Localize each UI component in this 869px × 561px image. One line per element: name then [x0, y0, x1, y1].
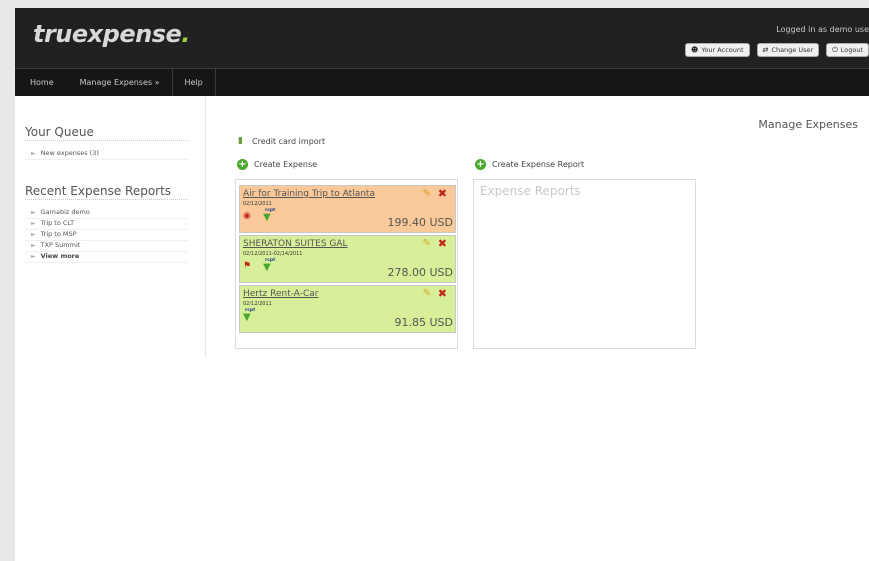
- recent-reports-title: Recent Expense Reports: [25, 184, 188, 200]
- create-report-label: Create Expense Report: [492, 160, 585, 169]
- power-icon: ⏻: [832, 45, 838, 54]
- expense-icons: ⚑ rcpt ▼: [243, 258, 303, 273]
- expense-reports-title: Expense Reports: [480, 184, 581, 198]
- logout-button[interactable]: ⏻ Logout: [826, 43, 869, 57]
- flag-icon[interactable]: ⚑: [243, 261, 251, 271]
- your-account-button[interactable]: ☻ Your Account: [685, 43, 750, 57]
- queue-item-label: New expenses (3): [40, 149, 99, 157]
- expense-card[interactable]: Hertz Rent-A-Car 02/12/2011 ✎ ✖ rcpt ▼ 9…: [239, 285, 456, 333]
- logout-label: Logout: [840, 46, 863, 54]
- arrow-icon: ►: [31, 253, 36, 260]
- expense-icons: ◉ rcpt ▼: [243, 208, 303, 223]
- expense-name-link[interactable]: Hertz Rent-A-Car: [243, 289, 319, 299]
- app-logo[interactable]: truexpense.: [33, 20, 190, 48]
- report-item-trip-to-msp[interactable]: ► Trip to MSP: [25, 230, 188, 241]
- expense-card[interactable]: Air for Training Trip to Atlanta 02/12/2…: [239, 185, 456, 233]
- download-icon[interactable]: ▼: [263, 213, 271, 223]
- download-icon[interactable]: ▼: [263, 263, 271, 273]
- download-icon[interactable]: ▼: [243, 313, 251, 323]
- create-expense-button[interactable]: + Create Expense: [237, 159, 317, 170]
- queue-title: Your Queue: [25, 125, 188, 141]
- report-item-txp-summit[interactable]: ► TXP Summit: [25, 241, 188, 252]
- logged-in-status: Logged in as demo use: [776, 25, 869, 34]
- receipt-icon[interactable]: ◉: [243, 211, 251, 221]
- report-item-gamabiz-demo[interactable]: ► Gamabiz demo: [25, 208, 188, 219]
- pencil-icon[interactable]: ✎: [423, 188, 431, 199]
- expense-name-link[interactable]: SHERATON SUITES GAL: [243, 239, 348, 249]
- change-user-label: Change User: [771, 46, 814, 54]
- create-expense-report-button[interactable]: + Create Expense Report: [475, 159, 584, 170]
- report-item-trip-to-clt[interactable]: ► Trip to CLT: [25, 219, 188, 230]
- queue-item-new-expenses[interactable]: ► New expenses (3): [25, 149, 188, 160]
- arrow-icon: ►: [31, 220, 36, 227]
- credit-card-import-label: Credit card import: [252, 137, 326, 146]
- pencil-icon[interactable]: ✎: [423, 238, 431, 249]
- report-item-label: TXP Summit: [40, 241, 81, 249]
- page-title: Manage Expenses: [758, 118, 858, 131]
- report-item-label: Gamabiz demo: [40, 208, 90, 216]
- nav-item-help[interactable]: Help: [173, 69, 216, 96]
- change-user-button[interactable]: ⇄ Change User: [756, 43, 820, 57]
- your-account-label: Your Account: [701, 46, 744, 54]
- nav-item-manage-expenses[interactable]: Manage Expenses »: [68, 69, 173, 96]
- arrow-icon: ►: [31, 209, 36, 216]
- expenses-panel: Air for Training Trip to Atlanta 02/12/2…: [235, 179, 458, 349]
- user-icon: ☻: [691, 46, 699, 54]
- swap-icon: ⇄: [762, 46, 769, 54]
- report-item-label: Trip to CLT: [40, 219, 75, 227]
- create-expense-label: Create Expense: [254, 160, 318, 169]
- plus-icon: +: [237, 159, 248, 170]
- main-nav: Home Manage Expenses » Help: [15, 68, 869, 96]
- delete-icon[interactable]: ✖: [438, 187, 447, 200]
- expense-date: 02/12/2011: [243, 301, 272, 307]
- credit-card-import-link[interactable]: ▮ Credit card import: [238, 136, 325, 147]
- view-more-label: View more: [40, 252, 80, 260]
- view-more-link[interactable]: ► View more: [25, 252, 188, 263]
- report-item-label: Trip to MSP: [40, 230, 77, 238]
- nav-item-home[interactable]: Home: [15, 69, 68, 96]
- expense-amount: 91.85 USD: [394, 316, 454, 329]
- expense-amount: 278.00 USD: [387, 266, 454, 279]
- expense-reports-panel: Expense Reports: [473, 179, 696, 349]
- card-import-icon: ▮: [238, 136, 243, 146]
- sidebar: Your Queue ► New expenses (3) Recent Expe…: [15, 96, 206, 358]
- arrow-icon: ►: [31, 242, 36, 249]
- expense-icons: rcpt ▼: [243, 308, 303, 323]
- expense-card[interactable]: SHERATON SUITES GAL 02/12/2011-02/14/201…: [239, 235, 456, 283]
- pencil-icon[interactable]: ✎: [423, 288, 431, 299]
- delete-icon[interactable]: ✖: [438, 237, 447, 250]
- header-buttons: ☻ Your Account ⇄ Change User ⏻ Logout: [685, 43, 869, 57]
- expense-date: 02/12/2011-02/14/2011: [243, 251, 303, 257]
- expense-date: 02/12/2011: [243, 201, 272, 207]
- header: truexpense. Logged in as demo use ☻ Your…: [15, 8, 869, 68]
- plus-icon: +: [475, 159, 486, 170]
- arrow-icon: ►: [31, 150, 36, 157]
- expense-amount: 199.40 USD: [387, 216, 454, 229]
- arrow-icon: ►: [31, 231, 36, 238]
- page: truexpense. Logged in as demo use ☻ Your…: [15, 8, 869, 561]
- expense-name-link[interactable]: Air for Training Trip to Atlanta: [243, 189, 375, 199]
- delete-icon[interactable]: ✖: [438, 287, 447, 300]
